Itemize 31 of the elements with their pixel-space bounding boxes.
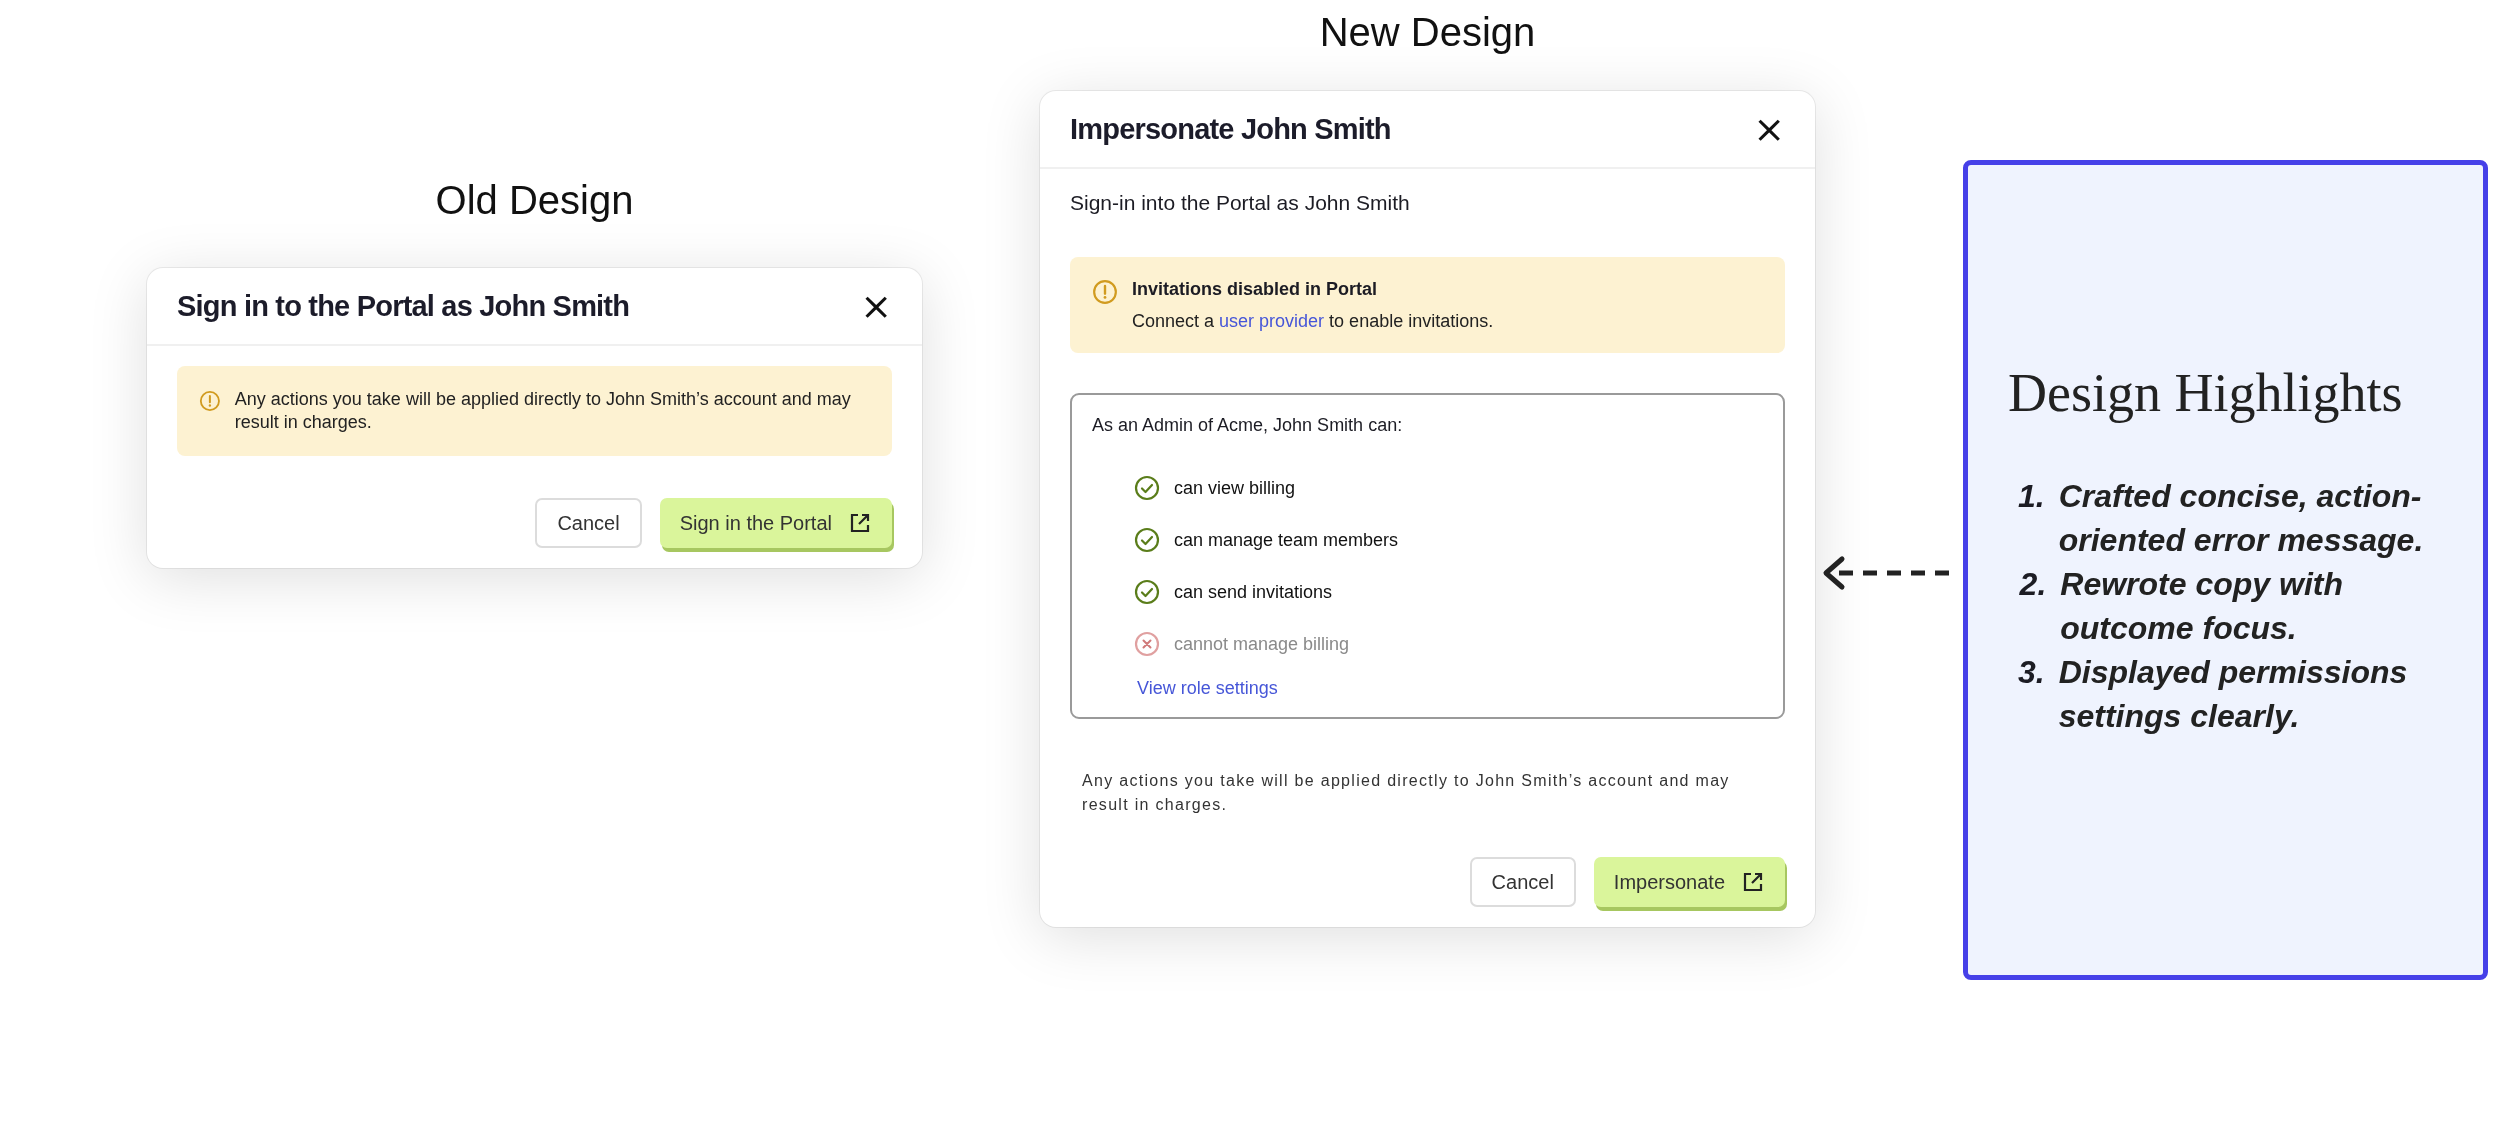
- permissions-heading: As an Admin of Acme, John Smith can:: [1092, 415, 1404, 436]
- permission-label: can manage team members: [1174, 529, 1399, 551]
- cancel-button[interactable]: Cancel: [535, 498, 642, 548]
- dialog-subtitle: Sign-in into the Portal as John Smith: [1070, 191, 1411, 215]
- external-link-icon: [1741, 870, 1765, 894]
- permission-label: can send invitations: [1174, 581, 1333, 603]
- list-number: 2.: [2018, 565, 2047, 604]
- list-number: 1.: [2018, 477, 2045, 516]
- alert-message: Connect a user provider to enable invitations.: [1132, 310, 1494, 333]
- dialog-title: Sign in to the Portal as John Smith: [177, 289, 630, 323]
- disclaimer-text: Any actions you take will be applied directly to John Smith’s account and may result in charges.: [1081, 771, 1731, 815]
- highlight-text: Displayed permissions settings clearly.: [2058, 653, 2409, 736]
- dialog-title: Impersonate John Smith: [1070, 112, 1391, 146]
- warning-icon: [1092, 279, 1118, 305]
- view-role-settings-link[interactable]: View role settings: [1092, 678, 1278, 699]
- user-provider-link[interactable]: user provider: [1219, 311, 1325, 331]
- highlight-text: Crafted concise, action-oriented error message.: [2058, 477, 2425, 560]
- permission-label: can view billing: [1174, 477, 1296, 499]
- alert-message: Any actions you take will be applied directly to John Smith’s account and may result in charges.: [234, 388, 852, 434]
- close-button[interactable]: ×: [1753, 110, 1785, 148]
- alert-title: Invitations disabled in Portal: [1132, 279, 1379, 300]
- highlight-text: Rewrote copy with outcome focus.: [2060, 565, 2344, 648]
- list-number: 3.: [2018, 653, 2045, 692]
- highlights-title: Design Highlights: [2008, 362, 2404, 424]
- permission-label: cannot manage billing: [1174, 633, 1350, 655]
- warning-icon: [199, 388, 221, 414]
- frame-label: New Design: [1319, 10, 1536, 55]
- cancel-button[interactable]: Cancel: [1469, 857, 1576, 907]
- close-button[interactable]: ×: [860, 287, 892, 325]
- frame-label: Old Design: [435, 178, 634, 223]
- external-link-icon: [848, 511, 872, 535]
